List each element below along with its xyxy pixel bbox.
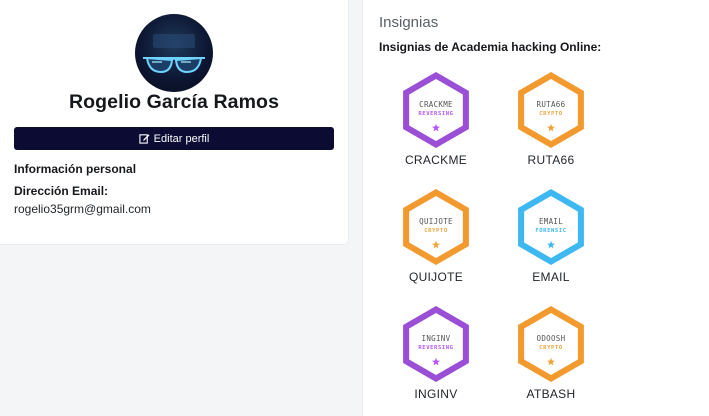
badge-hex-category: CRYPTO — [539, 345, 563, 351]
profile-name: Rogelio García Ramos — [68, 91, 280, 113]
email-label: Dirección Email: — [14, 184, 109, 198]
badge-label: ATBASH — [526, 387, 576, 401]
badges-card: Insignias Insignias de Academia hacking … — [362, 0, 709, 416]
badge-hex-category: CRYPTO — [424, 228, 448, 234]
badge-hex-title: RUTA66 — [537, 100, 566, 109]
badge-hex-category: REVERSING — [418, 345, 453, 351]
badge-hex-title: INGINV — [422, 334, 451, 343]
badge-hex-title: EMAIL — [539, 217, 563, 226]
badge-label: CRACKME — [404, 153, 468, 167]
badge-hex-title: QUIJOTE — [419, 217, 453, 226]
badge-hex-title: CRACKME — [419, 100, 453, 109]
email-value: rogelio35grm@gmail.com — [14, 202, 151, 216]
personal-info-heading: Información personal — [14, 162, 137, 176]
badge-hexagon-icon: EMAIL FORENSIC — [518, 189, 584, 265]
badge-hexagon-icon: RUTA66 CRYPTO — [518, 72, 584, 148]
badge-quijote[interactable]: QUIJOTE CRYPTO QUIJOTE — [391, 188, 481, 288]
edit-icon — [139, 134, 150, 144]
badge-hex-category: FORENSIC — [535, 228, 566, 234]
badge-hexagon-icon: INGINV REVERSING — [403, 306, 469, 382]
badge-ruta66[interactable]: RUTA66 CRYPTO RUTA66 — [506, 71, 596, 171]
badge-hexagon-icon: QUIJOTE CRYPTO — [403, 189, 469, 265]
badge-label: QUIJOTE — [408, 270, 464, 284]
badge-label: INGINV — [414, 387, 458, 401]
badge-email[interactable]: EMAIL FORENSIC EMAIL — [506, 188, 596, 288]
badge-hexagon-icon: ODOOSH CRYPTO — [518, 306, 584, 382]
profile-card: Rogelio García Ramos Editar perfil Infor… — [0, 0, 349, 245]
badge-inginv[interactable]: INGINV REVERSING INGINV — [391, 305, 481, 405]
badge-crackme[interactable]: CRACKME REVERSING CRACKME — [391, 71, 481, 171]
avatar — [135, 14, 213, 92]
badge-hex-category: REVERSING — [418, 111, 453, 117]
badge-label: EMAIL — [532, 270, 570, 284]
badge-atbash[interactable]: ODOOSH CRYPTO ATBASH — [506, 305, 596, 405]
sunglasses-icon — [143, 34, 205, 74]
edit-profile-label: Editar perfil — [153, 132, 210, 145]
badge-label: RUTA66 — [527, 153, 575, 167]
badge-hex-category: CRYPTO — [539, 111, 563, 117]
badges-subheading: Insignias de Academia hacking Online: — [379, 40, 602, 54]
edit-profile-button[interactable]: Editar perfil — [14, 127, 334, 150]
badge-hexagon-icon: CRACKME REVERSING — [403, 72, 469, 148]
badges-heading: Insignias — [379, 14, 439, 31]
badge-hex-title: ODOOSH — [537, 334, 566, 343]
